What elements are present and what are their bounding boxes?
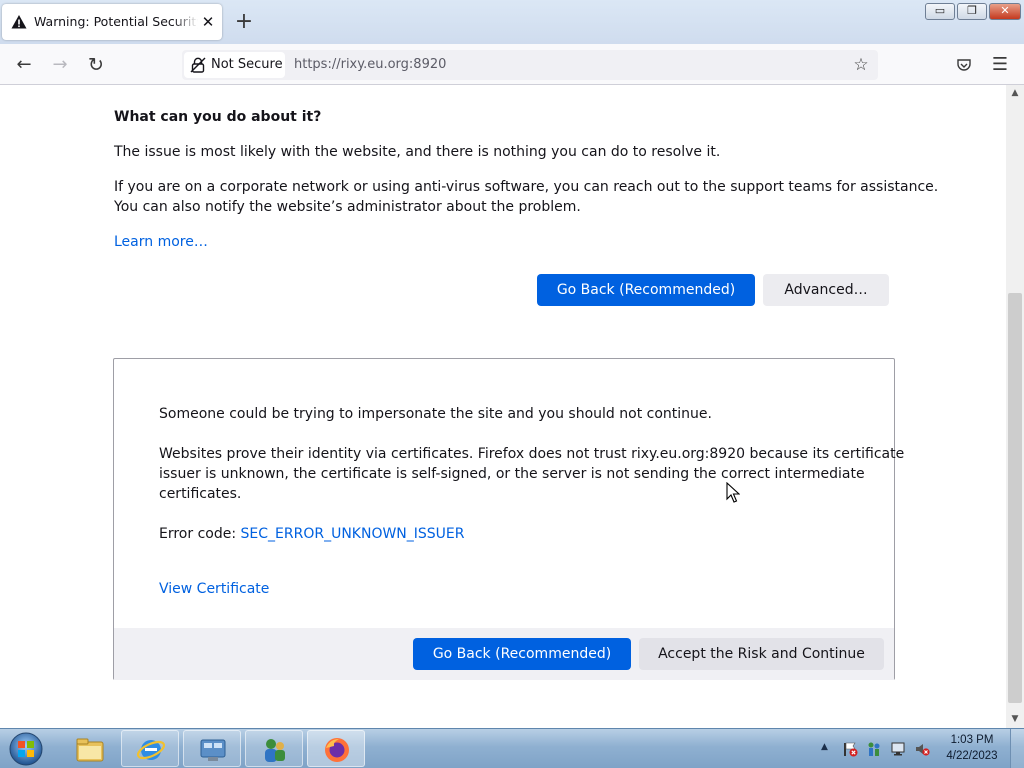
address-bar[interactable]: Not Secure https://rixy.eu.org:8920 ☆ — [182, 50, 878, 80]
go-back-button[interactable]: Go Back (Recommended) — [413, 638, 631, 670]
explanation-text: The issue is most likely with the websit… — [114, 144, 721, 160]
reload-icon[interactable]: ↻ — [85, 54, 107, 76]
tab-security-warning[interactable]: Warning: Potential Security Risk Ahead ✕ — [2, 4, 222, 40]
internet-explorer-icon — [136, 740, 166, 760]
advanced-button[interactable]: Advanced… — [763, 274, 889, 306]
accept-risk-button[interactable]: Accept the Risk and Continue — [639, 638, 884, 670]
navigation-bar: ← → ↻ Not Secure https://rixy.eu.org:892… — [0, 44, 1024, 85]
page-content: What can you do about it? The issue is m… — [0, 85, 1006, 728]
new-tab-button[interactable]: + — [234, 11, 254, 33]
start-button[interactable] — [6, 731, 46, 767]
learn-more-link[interactable]: Learn more… — [114, 232, 208, 252]
advanced-panel: Someone could be trying to impersonate t… — [113, 358, 904, 680]
mouse-cursor-icon — [726, 482, 740, 503]
page-heading: What can you do about it? — [114, 109, 322, 125]
go-back-button[interactable]: Go Back (Recommended) — [537, 274, 755, 306]
scrollbar-thumb[interactable] — [1008, 293, 1022, 703]
pocket-icon[interactable] — [953, 54, 975, 76]
error-code-link[interactable]: SEC_ERROR_UNKNOWN_ISSUER — [241, 526, 465, 542]
action-center-flag-icon[interactable] — [842, 741, 858, 757]
corporate-network-text: If you are on a corporate network or usi… — [114, 179, 939, 195]
show-hidden-icons-icon[interactable]: ▲ — [821, 742, 828, 752]
tab-close-icon[interactable]: ✕ — [200, 14, 216, 30]
clock-time[interactable]: 1:03 PM — [944, 734, 1000, 746]
not-secure-label: Not Secure — [211, 57, 283, 72]
folder-icon — [76, 738, 104, 762]
bookmark-star-icon[interactable]: ☆ — [852, 56, 870, 74]
certificate-explanation-text: Websites prove their identity via certif… — [159, 446, 905, 462]
error-code-label: Error code: — [159, 526, 241, 542]
taskbar-internet-explorer[interactable] — [121, 730, 179, 767]
back-arrow-icon[interactable]: ← — [13, 54, 35, 76]
firefox-icon — [325, 738, 349, 762]
taskbar-users[interactable] — [245, 730, 303, 767]
view-certificate-link[interactable]: View Certificate — [159, 579, 269, 599]
scroll-down-arrow-icon[interactable]: ▼ — [1006, 711, 1024, 728]
certificate-explanation-text: certificates. — [159, 486, 242, 502]
tab-bar: Warning: Potential Security Risk Ahead ✕… — [0, 0, 1024, 44]
taskbar-control-panel[interactable] — [183, 730, 241, 767]
show-desktop-button[interactable] — [1010, 729, 1024, 768]
clock-date[interactable]: 4/22/2023 — [944, 750, 1000, 762]
volume-muted-icon[interactable] — [914, 741, 930, 757]
control-panel-icon — [200, 739, 226, 761]
users-icon — [265, 739, 285, 762]
network-icon[interactable] — [866, 741, 882, 757]
window-restore-button[interactable]: ❐ — [957, 3, 987, 20]
display-icon[interactable] — [890, 741, 906, 757]
windows-taskbar: ▲ 1:03 PM 4/22/2023 — [0, 728, 1024, 768]
notify-admin-text: You can also notify the website’s admini… — [114, 199, 581, 215]
site-security-button[interactable]: Not Secure — [184, 52, 285, 78]
tab-title: Warning: Potential Security Risk Ahead — [34, 14, 198, 29]
insecure-lock-icon — [190, 57, 206, 73]
warning-icon — [11, 15, 27, 29]
scroll-up-arrow-icon[interactable]: ▲ — [1006, 85, 1024, 102]
window-minimize-button[interactable]: ▭ — [925, 3, 955, 20]
certificate-explanation-text: issuer is unknown, the certificate is se… — [159, 466, 865, 482]
hamburger-menu-icon[interactable]: ☰ — [989, 54, 1011, 76]
vertical-scrollbar[interactable]: ▲ ▼ — [1006, 85, 1024, 728]
impersonation-warning-text: Someone could be trying to impersonate t… — [159, 406, 712, 422]
system-tray: ▲ 1:03 PM 4/22/2023 — [818, 729, 1024, 768]
taskbar-firefox[interactable] — [307, 730, 365, 767]
window-close-button[interactable]: ✕ — [989, 3, 1021, 20]
error-code-row: Error code: SEC_ERROR_UNKNOWN_ISSUER — [159, 524, 465, 544]
advanced-panel-footer: Go Back (Recommended) Accept the Risk an… — [114, 628, 894, 680]
forward-arrow-icon[interactable]: → — [49, 54, 71, 76]
taskbar-file-explorer[interactable] — [60, 730, 118, 767]
url-field[interactable]: https://rixy.eu.org:8920 — [294, 57, 446, 72]
